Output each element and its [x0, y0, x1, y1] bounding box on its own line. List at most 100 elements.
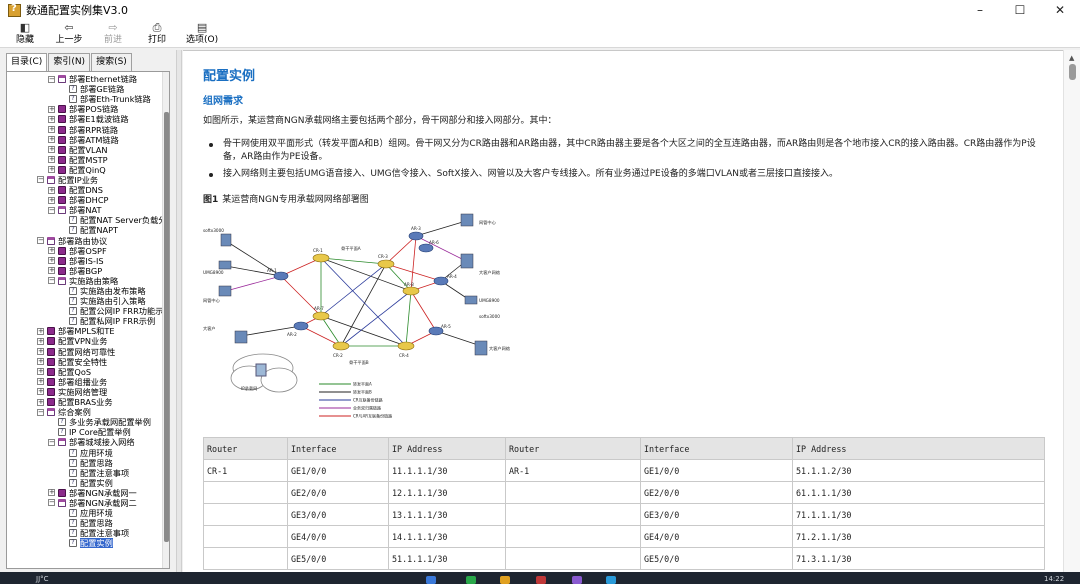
- tree-item[interactable]: ? 部署GE链路: [7, 84, 163, 94]
- taskbar-app-icon[interactable]: [426, 576, 436, 584]
- tree-item[interactable]: + 部署IS-IS: [7, 256, 163, 266]
- tree-item[interactable]: ? 实施路由引入策略: [7, 296, 163, 306]
- expand-toggle-icon[interactable]: +: [48, 105, 55, 113]
- tree-item[interactable]: − 综合案例: [7, 407, 163, 417]
- tree-item[interactable]: − 部署路由协议: [7, 236, 163, 246]
- tree-item[interactable]: ? 配置NAT Server负载分: [7, 215, 166, 225]
- tree-item[interactable]: − 部署Ethernet链路: [7, 74, 163, 84]
- expand-toggle-icon[interactable]: +: [37, 337, 44, 345]
- content-scroll-thumb[interactable]: [1069, 64, 1076, 80]
- expand-toggle-icon[interactable]: −: [37, 237, 44, 245]
- tree-item[interactable]: + 配置QinQ: [7, 165, 163, 175]
- expand-toggle-icon[interactable]: +: [48, 247, 55, 255]
- scroll-up-icon[interactable]: ▲: [1069, 54, 1074, 62]
- expand-toggle-icon[interactable]: −: [48, 277, 55, 285]
- expand-toggle-icon[interactable]: +: [48, 115, 55, 123]
- expand-toggle-icon[interactable]: +: [48, 166, 55, 174]
- toolbar-button-hide[interactable]: ◧ 隐藏: [10, 20, 40, 46]
- tree-item[interactable]: − 部署NGN承载网二: [7, 498, 163, 508]
- tree-item[interactable]: + 部署MPLS和TE: [7, 326, 163, 336]
- tree-item[interactable]: + 部署组播业务: [7, 377, 163, 387]
- expand-toggle-icon[interactable]: −: [37, 408, 44, 416]
- tree-item[interactable]: ? 配置实例: [7, 478, 163, 488]
- tree-item[interactable]: + 部署NGN承载网一: [7, 488, 163, 498]
- expand-toggle-icon[interactable]: −: [48, 438, 55, 446]
- tree-item[interactable]: + 配置VLAN: [7, 145, 163, 155]
- tree-item[interactable]: ? 多业务承载网配置举例: [7, 417, 163, 427]
- tree-item[interactable]: + 部署ATM链路: [7, 135, 163, 145]
- expand-toggle-icon[interactable]: +: [48, 136, 55, 144]
- maximize-button[interactable]: ☐: [1000, 0, 1040, 20]
- tree-item[interactable]: + 配置MSTP: [7, 155, 163, 165]
- tree-item[interactable]: ? 部署Eth-Trunk链路: [7, 94, 163, 104]
- expand-toggle-icon[interactable]: +: [37, 368, 44, 376]
- expand-toggle-icon[interactable]: +: [48, 156, 55, 164]
- network-topology-diagram: CR-1 CR-2 CR-3 CR-4 AR-1 AR-2 AR-3 AR-4 …: [203, 213, 511, 419]
- tree-scroll-thumb[interactable]: [164, 112, 169, 542]
- tree-item[interactable]: + 部署POS链路: [7, 104, 163, 114]
- taskbar-app-icon[interactable]: [572, 576, 582, 584]
- tree-item[interactable]: + 配置DNS: [7, 185, 163, 195]
- tree-item[interactable]: ? 配置思路: [7, 518, 163, 528]
- expand-toggle-icon[interactable]: +: [37, 378, 44, 386]
- expand-toggle-icon[interactable]: +: [48, 196, 55, 204]
- content-scrollbar[interactable]: ▲: [1063, 50, 1080, 572]
- toolbar-button-print[interactable]: ⎙ 打印: [142, 20, 172, 46]
- tree-item[interactable]: ? 配置思路: [7, 458, 163, 468]
- tree-item[interactable]: + 实施网络管理: [7, 387, 163, 397]
- expand-toggle-icon[interactable]: −: [48, 206, 55, 214]
- close-button[interactable]: ✕: [1040, 0, 1080, 20]
- nav-tab[interactable]: 索引(N): [48, 53, 91, 71]
- tree-item[interactable]: − 部署城域接入网络: [7, 437, 163, 447]
- minimize-button[interactable]: –: [960, 0, 1000, 20]
- pane-splitter[interactable]: [176, 50, 182, 572]
- taskbar-app-icon[interactable]: [536, 576, 546, 584]
- expand-toggle-icon[interactable]: +: [48, 489, 55, 497]
- expand-toggle-icon[interactable]: +: [48, 267, 55, 275]
- taskbar-app-icon[interactable]: [500, 576, 510, 584]
- expand-toggle-icon[interactable]: +: [48, 146, 55, 154]
- tree-item[interactable]: + 配置VPN业务: [7, 336, 163, 346]
- tree-item[interactable]: ? 配置实例: [7, 538, 163, 549]
- expand-toggle-icon[interactable]: −: [48, 499, 55, 507]
- nav-tab[interactable]: 目录(C): [6, 53, 48, 72]
- tree-item[interactable]: + 部署DHCP: [7, 195, 163, 205]
- tree-item[interactable]: − 实施路由策略: [7, 276, 163, 286]
- nav-tab[interactable]: 搜索(S): [91, 53, 132, 71]
- tree-item[interactable]: ? 配置NAPT: [7, 225, 163, 235]
- tree-item[interactable]: + 部署E1载波链路: [7, 114, 163, 124]
- tree-item[interactable]: ? 配置私网IP FRR示例: [7, 316, 163, 326]
- tree-item[interactable]: + 部署OSPF: [7, 246, 163, 256]
- expand-toggle-icon[interactable]: −: [37, 176, 44, 184]
- expand-toggle-icon[interactable]: +: [48, 186, 55, 194]
- expand-toggle-icon[interactable]: +: [48, 126, 55, 134]
- toolbar-button-back-arrow[interactable]: ⇦ 上一步: [54, 20, 84, 46]
- expand-toggle-icon[interactable]: +: [37, 348, 44, 356]
- taskbar-app-icon[interactable]: [606, 576, 616, 584]
- tree-item[interactable]: + 部署BGP: [7, 266, 163, 276]
- expand-toggle-icon[interactable]: +: [48, 257, 55, 265]
- tree-item[interactable]: ? 配置注意事项: [7, 468, 163, 478]
- tree-item[interactable]: + 配置QoS: [7, 367, 163, 377]
- toolbar-button-forward-arrow[interactable]: ⇨ 前进: [98, 20, 128, 46]
- tree-item[interactable]: ? IP Core配置举例: [7, 427, 163, 437]
- tree-item[interactable]: ? 实施路由发布策略: [7, 286, 163, 296]
- tree-item[interactable]: − 配置IP业务: [7, 175, 163, 185]
- expand-toggle-icon[interactable]: +: [37, 398, 44, 406]
- expand-toggle-icon[interactable]: +: [37, 388, 44, 396]
- tree-item[interactable]: ? 配置注意事项: [7, 528, 163, 538]
- tree-item[interactable]: + 配置BRAS业务: [7, 397, 163, 407]
- tree-scrollbar[interactable]: [162, 72, 169, 568]
- tree-item[interactable]: + 配置安全特性: [7, 357, 163, 367]
- tree-item[interactable]: + 部署RPR链路: [7, 124, 163, 135]
- tree-item[interactable]: ? 配置公网IP FRR功能示: [7, 306, 163, 316]
- toolbar-button-options[interactable]: ▤ 选项(O): [186, 20, 218, 46]
- tree-item[interactable]: ? 应用环境: [7, 447, 163, 458]
- tree-item[interactable]: ? 应用环境: [7, 508, 163, 518]
- expand-toggle-icon[interactable]: +: [37, 358, 44, 366]
- taskbar-app-icon[interactable]: [466, 576, 476, 584]
- expand-toggle-icon[interactable]: −: [48, 75, 55, 83]
- expand-toggle-icon[interactable]: +: [37, 327, 44, 335]
- tree-item[interactable]: + 配置网络可靠性: [7, 347, 163, 357]
- tree-item[interactable]: − 部署NAT: [7, 205, 163, 215]
